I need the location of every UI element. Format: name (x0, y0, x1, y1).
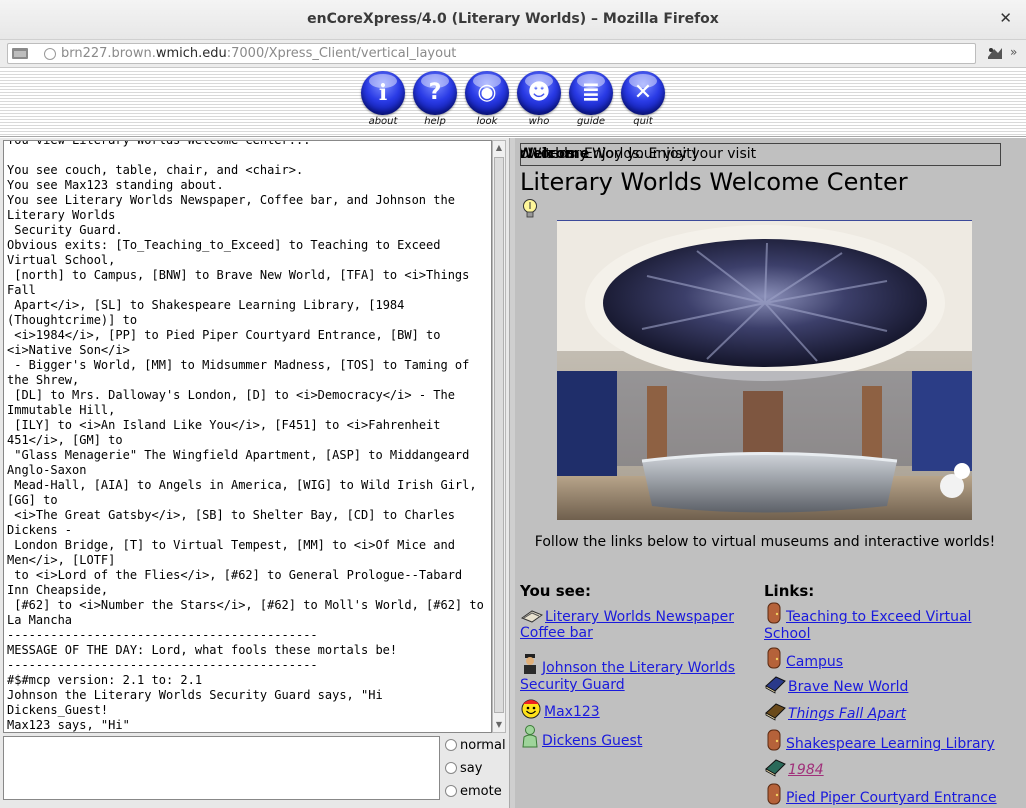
radio-say[interactable] (445, 762, 457, 774)
extension-icon[interactable] (986, 45, 1004, 62)
who-button[interactable]: ☻ who (517, 71, 561, 129)
help-label: help (424, 116, 446, 127)
smiley-icon (521, 699, 541, 719)
newspaper-link[interactable]: Literary Worlds Newspaper (545, 609, 734, 625)
globe-icon (44, 48, 56, 60)
log-text: You view Literary Worlds Welcome Center.… (7, 140, 484, 732)
overflow-chevron-icon[interactable]: » (1010, 45, 1017, 59)
book-icon (765, 676, 786, 694)
mode-emote[interactable]: emote (445, 784, 502, 799)
scroll-up-icon[interactable]: ▲ (493, 141, 505, 155)
moo-output-log[interactable]: You view Literary Worlds Welcome Center.… (3, 140, 492, 733)
book-icon (765, 759, 786, 777)
list-item: 1984 (764, 757, 824, 779)
list-item: Things Fall Apart (764, 701, 906, 723)
window-title: enCoreXpress/4.0 (Literary Worlds) – Moz… (307, 11, 719, 27)
scroll-down-icon[interactable]: ▼ (493, 718, 505, 732)
scroll-thumb[interactable] (494, 157, 504, 713)
radio-emote[interactable] (445, 785, 457, 797)
help-button[interactable]: ? help (413, 71, 457, 129)
look-button[interactable]: ◉ look (465, 71, 509, 129)
guest-icon (522, 725, 538, 748)
list-item: Campus (764, 647, 843, 671)
door-icon (767, 729, 781, 751)
speech-mode-group: normal say emote (443, 736, 509, 806)
pied-piper-link[interactable]: Pied Piper Courtyard Entrance (786, 790, 997, 806)
door-icon (767, 783, 781, 805)
guide-button[interactable]: ≣ guide (569, 71, 613, 129)
quit-button[interactable]: ✕ quit (621, 71, 665, 129)
welcome-center-photo (557, 220, 972, 520)
links-section: Links: Teaching to Exceed Virtual School… (764, 582, 1009, 806)
url-text: brn227.brown.wmich.edu:7000/Xpress_Clien… (61, 46, 457, 61)
door-icon (767, 647, 781, 669)
campus-link[interactable]: Campus (786, 654, 843, 670)
list-item: Johnson the Literary Worlds Security Gua… (520, 653, 750, 694)
mode-say[interactable]: say (445, 761, 482, 776)
log-scrollbar[interactable]: ▲ ▼ (492, 140, 506, 733)
list-item: Brave New World (764, 674, 908, 696)
coffee-bar-link[interactable]: Coffee bar (520, 625, 593, 641)
you-see-section: You see: Literary Worlds Newspaper Coffe… (520, 582, 755, 749)
list-item: Pied Piper Courtyard Entrance (764, 783, 997, 807)
room-pane: y Worlds. Enjoy your visit! Welcome to L… (515, 138, 1026, 808)
guard-icon (524, 654, 536, 674)
lightbulb-icon[interactable] (522, 198, 538, 220)
list-item: Max123 (520, 697, 600, 721)
things-fall-apart-link[interactable]: Things Fall Apart (788, 706, 906, 722)
list-item: Teaching to Exceed Virtual School (764, 602, 1004, 643)
follow-links-text: Follow the links below to virtual museum… (534, 534, 996, 550)
brave-new-world-link[interactable]: Brave New World (788, 679, 908, 695)
mode-normal[interactable]: normal (445, 738, 506, 753)
grid-icon[interactable] (12, 47, 28, 60)
links-heading: Links: (764, 582, 815, 600)
room-title: Literary Worlds Welcome Center (520, 168, 908, 196)
who-label: who (528, 116, 550, 127)
address-field[interactable]: brn227.brown.wmich.edu:7000/Xpress_Clien… (7, 43, 976, 64)
book-icon (765, 703, 786, 721)
guide-label: guide (577, 116, 605, 127)
max123-link[interactable]: Max123 (544, 704, 600, 720)
command-input[interactable] (3, 736, 440, 800)
about-button[interactable]: i about (361, 71, 405, 129)
list-item: Coffee bar (520, 625, 593, 642)
encore-toolbar: i about ? help ◉ look ☻ who ≣ guide ✕ qu… (0, 69, 1026, 137)
1984-link[interactable]: 1984 (788, 762, 824, 778)
security-guard-link[interactable]: Johnson the Literary Worlds Security Gua… (520, 660, 735, 693)
window-titlebar: enCoreXpress/4.0 (Literary Worlds) – Moz… (0, 0, 1026, 40)
close-icon[interactable]: ✕ (999, 9, 1012, 27)
dickens-guest-link[interactable]: Dickens Guest (542, 733, 642, 749)
about-label: about (368, 116, 398, 127)
door-icon (767, 602, 781, 624)
welcome-marquee: y Worlds. Enjoy your visit! Welcome to L… (520, 143, 1001, 166)
you-see-heading: You see: (520, 582, 591, 600)
look-label: look (476, 116, 498, 127)
url-bar: brn227.brown.wmich.edu:7000/Xpress_Clien… (0, 40, 1026, 68)
chat-pane: You view Literary Worlds Welcome Center.… (0, 138, 513, 808)
radio-normal[interactable] (445, 739, 457, 751)
teaching-to-exceed-link[interactable]: Teaching to Exceed Virtual School (764, 609, 971, 642)
newspaper-icon (520, 610, 543, 623)
list-item: Shakespeare Learning Library (764, 729, 995, 753)
shakespeare-library-link[interactable]: Shakespeare Learning Library (786, 736, 995, 752)
list-item: Dickens Guest (520, 724, 642, 750)
quit-label: quit (633, 116, 653, 127)
list-item: Literary Worlds Newspaper (520, 608, 750, 626)
